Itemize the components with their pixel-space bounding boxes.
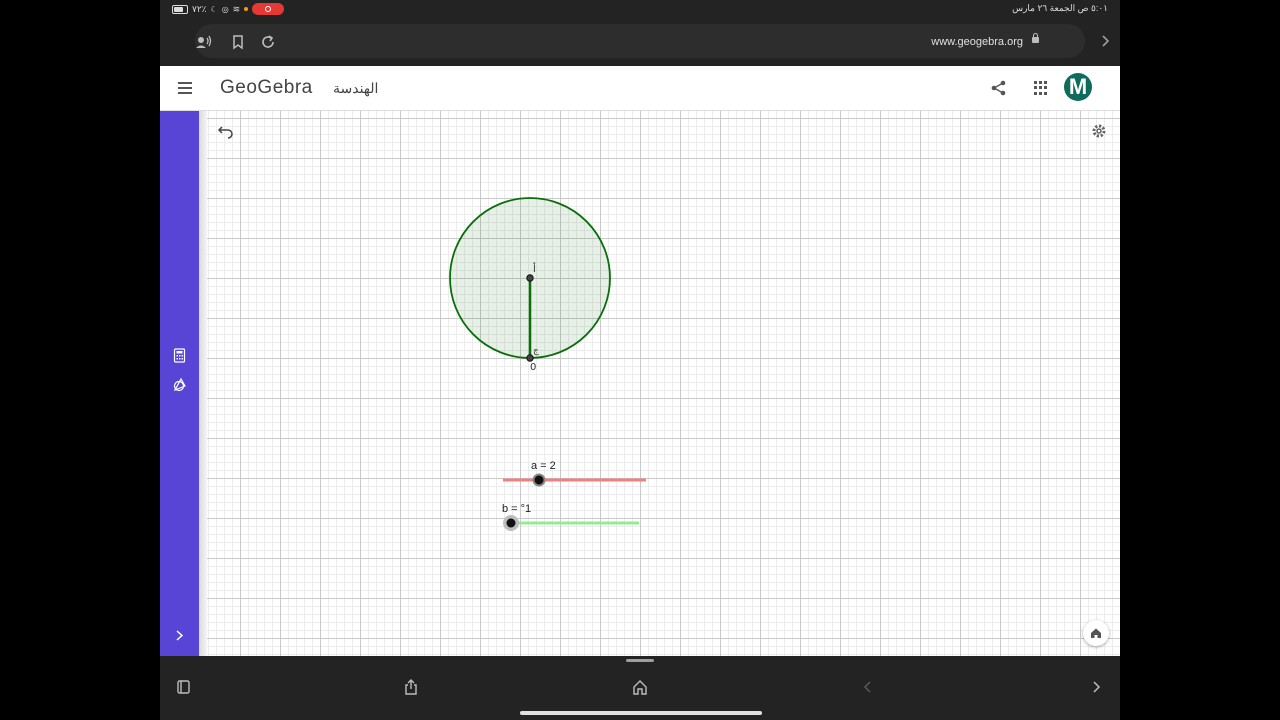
home-indicator[interactable]	[520, 711, 762, 715]
apps-grid-icon[interactable]	[1034, 81, 1048, 95]
speaker-icon[interactable]	[195, 33, 213, 51]
share-sheet-icon[interactable]	[402, 678, 420, 696]
status-bar: ٧٢٪ ☾ ◎ ≋ ٥:٠١ ص الجمعة ٢٦ مارس	[160, 0, 1120, 18]
battery-icon	[172, 4, 188, 14]
avatar[interactable]: M	[1064, 73, 1092, 101]
app-header: GeoGebra الهندسة M	[160, 66, 1120, 111]
bookmark-icon[interactable]	[229, 33, 247, 51]
grabber-handle[interactable]	[626, 659, 654, 662]
browser-bottom-toolbar	[160, 656, 1120, 720]
geometry-drawing: أ ج 0	[449, 197, 646, 531]
sidebar-shadow	[199, 111, 207, 656]
address-bar[interactable]: www.geogebra.org	[195, 24, 1085, 58]
geometry-tools-icon[interactable]	[172, 377, 187, 392]
calculator-icon[interactable]	[172, 348, 187, 363]
menu-icon[interactable]	[178, 82, 192, 94]
edge-point-label: ج	[533, 346, 539, 356]
app-subtitle: الهندسة	[333, 80, 379, 96]
reload-icon[interactable]	[259, 33, 277, 51]
forward-icon[interactable]	[1096, 32, 1114, 50]
status-left: ٧٢٪ ☾ ◎ ≋	[172, 3, 285, 15]
forward-icon[interactable]	[1087, 678, 1105, 696]
home-icon	[1091, 628, 1101, 638]
slider-a-handle[interactable]	[532, 473, 546, 487]
origin-label: 0	[530, 362, 536, 373]
slider-b-label: b = °1	[502, 503, 532, 515]
browser-toolbar: www.geogebra.org	[160, 22, 1120, 62]
home-view-button[interactable]	[1083, 620, 1109, 646]
tabs-icon[interactable]	[174, 678, 192, 696]
slider-a-label: a = 2	[531, 460, 556, 472]
record-icon	[265, 6, 272, 12]
back-icon[interactable]	[859, 678, 877, 696]
location-icon: ◎	[221, 4, 229, 14]
brand-logo[interactable]: GeoGebra	[220, 77, 313, 99]
wifi-icon: ≋	[232, 3, 241, 14]
center-point[interactable]	[526, 274, 534, 282]
share-icon[interactable]	[990, 79, 1008, 97]
device-screen: ٧٢٪ ☾ ◎ ≋ ٥:٠١ ص الجمعة ٢٦ مارس www.geog…	[160, 0, 1120, 720]
status-datetime: ٥:٠١ ص الجمعة ٢٦ مارس	[1012, 3, 1108, 13]
lock-icon	[1032, 33, 1039, 43]
slider-b-handle[interactable]	[506, 518, 516, 528]
moon-icon: ☾	[210, 4, 218, 14]
center-point-label: أ	[533, 262, 536, 275]
graphics-view[interactable]: أ ج 0 a = 2 b = °1	[207, 111, 1120, 656]
battery-percent: ٧٢٪	[192, 3, 207, 14]
screen-recording-indicator[interactable]	[252, 3, 285, 15]
expand-icon[interactable]	[172, 628, 187, 643]
url-text[interactable]: www.geogebra.org	[931, 36, 1023, 48]
mic-indicator-icon	[244, 7, 249, 11]
home-icon[interactable]	[631, 678, 649, 696]
sidebar	[160, 111, 199, 656]
